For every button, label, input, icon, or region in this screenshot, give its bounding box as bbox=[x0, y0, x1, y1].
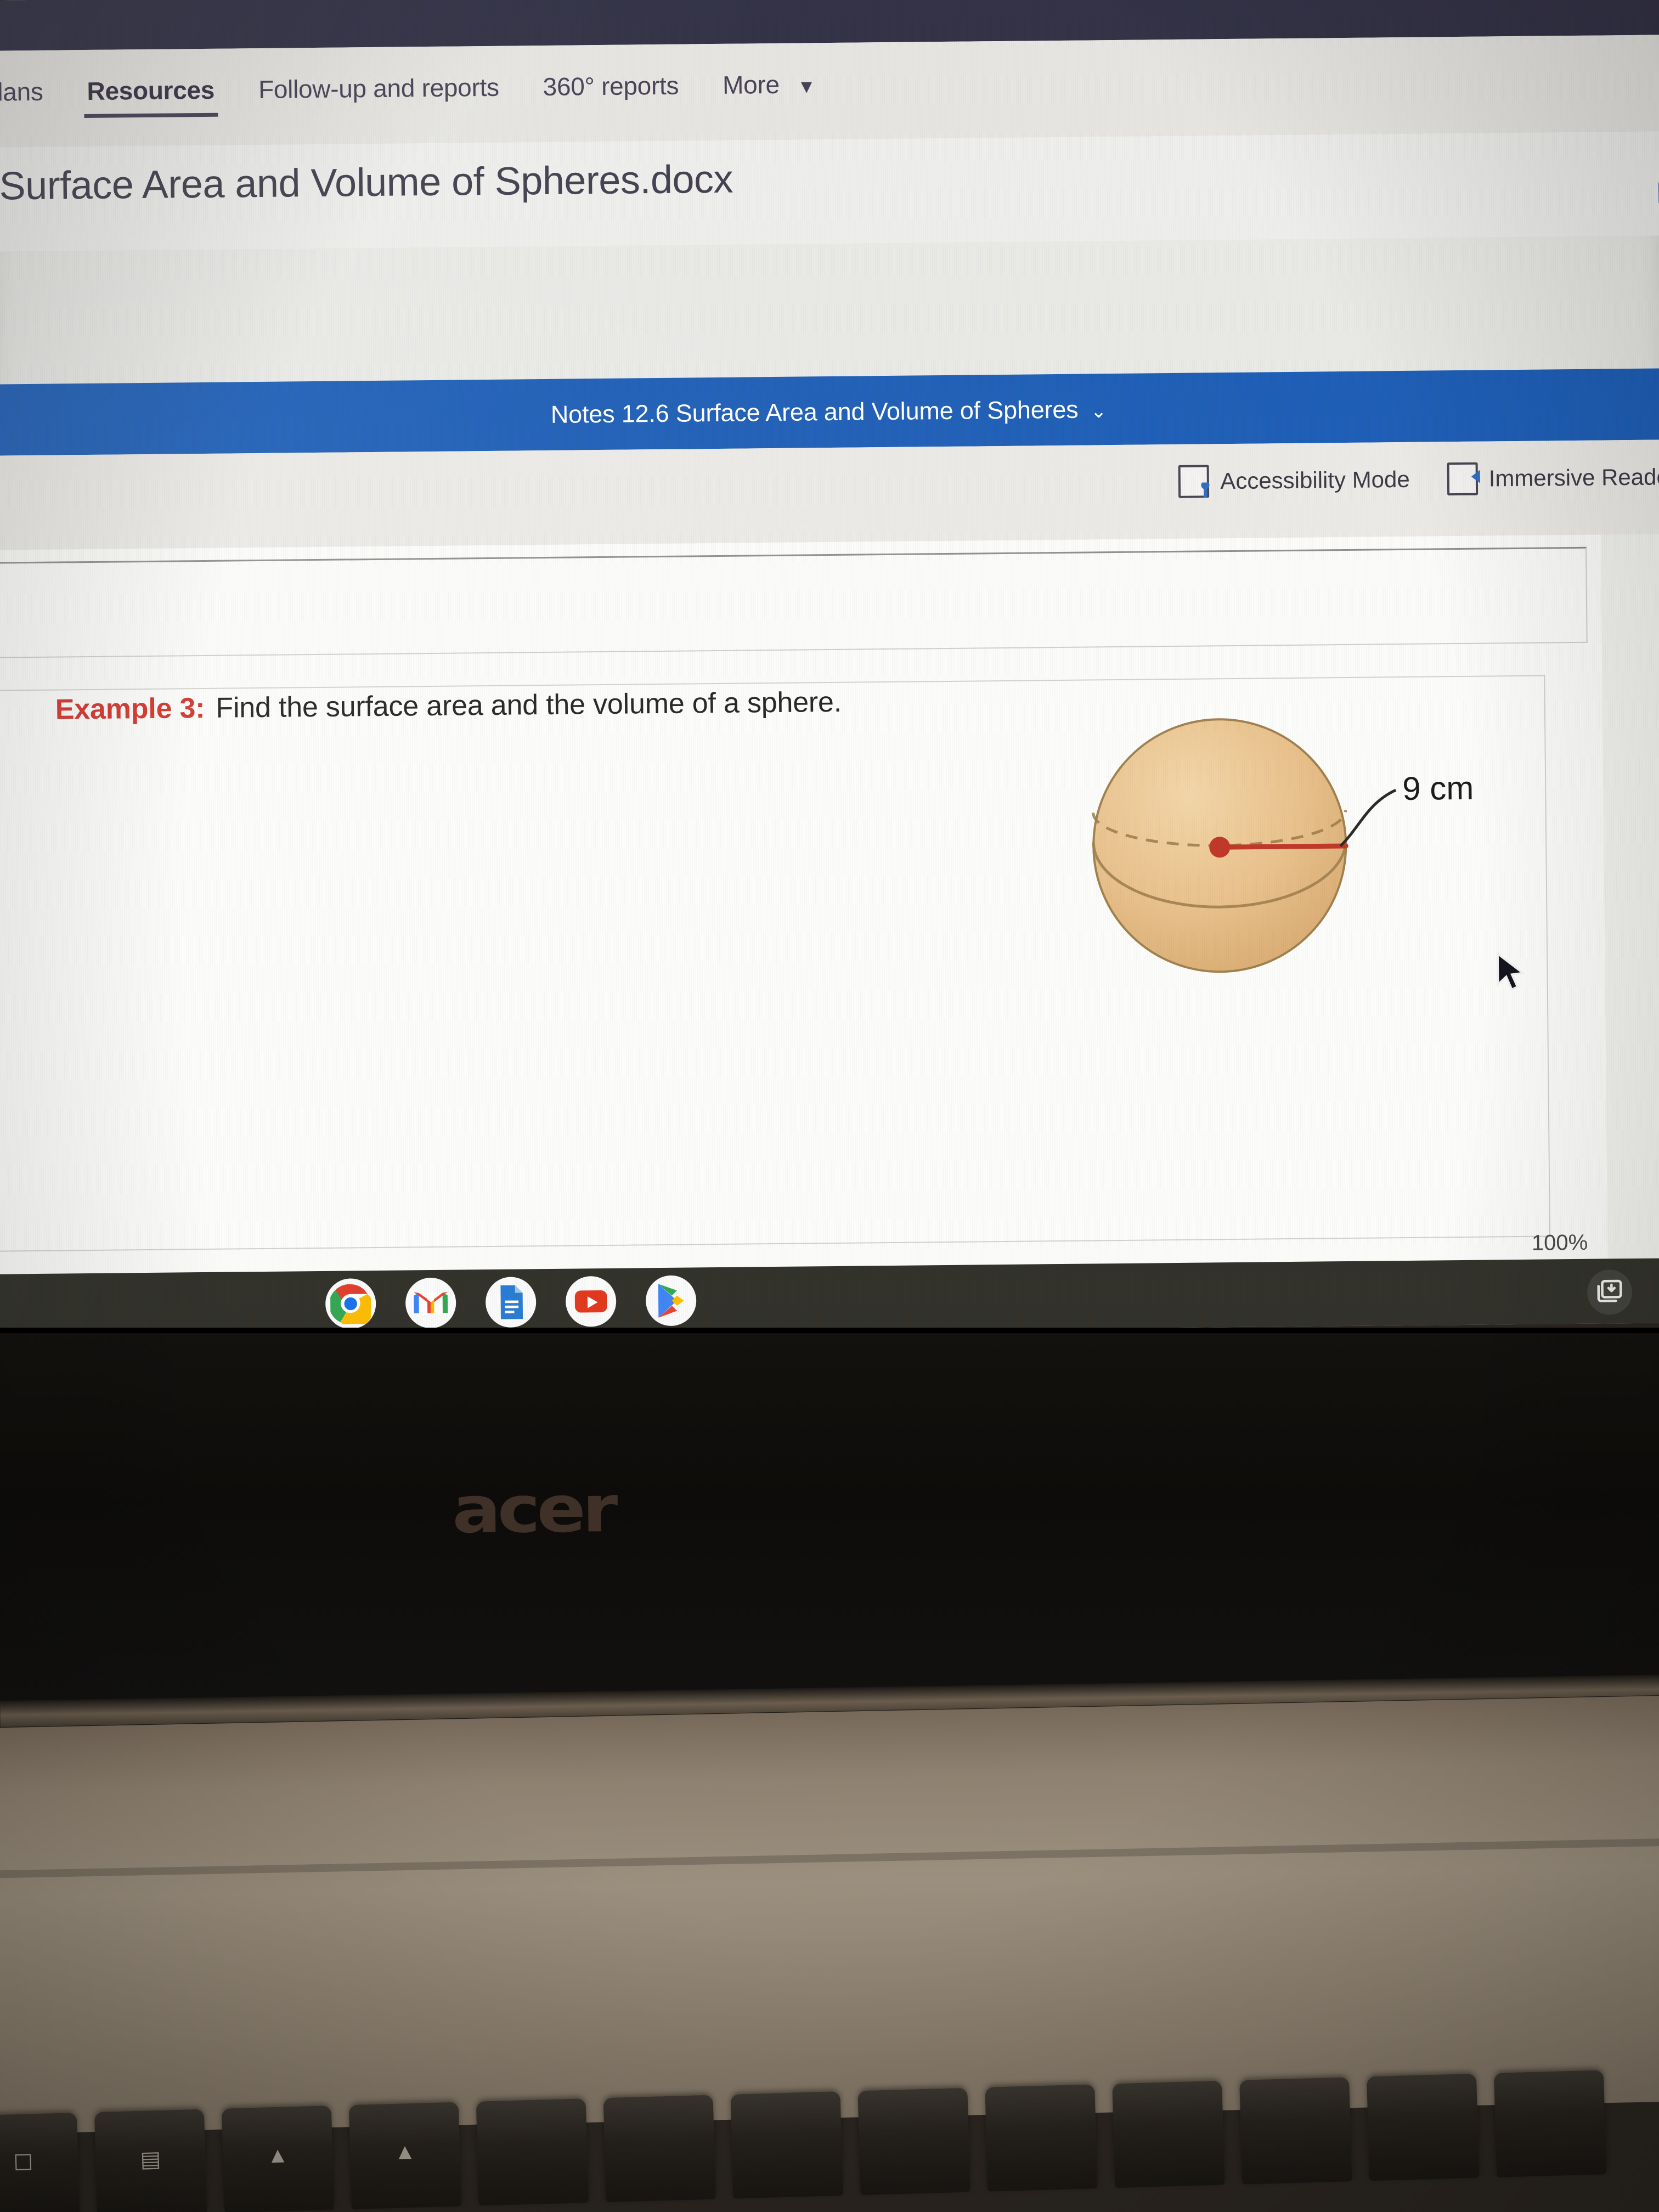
document-body: Example 3: Find the surface area and the … bbox=[0, 534, 1659, 1275]
nav-tab-label: More bbox=[722, 70, 780, 99]
nav-tab-label: 360° reports bbox=[543, 71, 679, 101]
chevron-down-icon: ▼ bbox=[797, 76, 816, 98]
example-text: Find the surface area and the volume of … bbox=[216, 686, 842, 724]
keyboard-key[interactable]: ▤ bbox=[94, 2109, 207, 2212]
laptop-deck bbox=[0, 1695, 1659, 2134]
brand-logo: acer bbox=[452, 1471, 615, 1548]
keyboard-key[interactable] bbox=[1367, 2073, 1480, 2181]
nav-tab-more[interactable]: More ▼ bbox=[701, 61, 838, 115]
keyboard-key[interactable]: ▲ bbox=[348, 2102, 461, 2210]
viewer-title: Notes 12.6 Surface Area and Volume of Sp… bbox=[551, 395, 1107, 429]
shelf-app-list bbox=[325, 1275, 697, 1329]
shelf-app-google-docs[interactable] bbox=[485, 1277, 537, 1328]
accessibility-mode-button[interactable]: Accessibility Mode bbox=[1178, 463, 1410, 498]
mouse-cursor bbox=[1495, 952, 1528, 997]
keyboard-key[interactable] bbox=[1112, 2080, 1225, 2188]
chrome-icon bbox=[330, 1284, 371, 1324]
keyboard-key[interactable] bbox=[603, 2095, 716, 2203]
nav-tab-list: Plans Resources Follow-up and reports 36… bbox=[0, 61, 838, 122]
youtube-icon bbox=[574, 1290, 607, 1313]
docs-icon bbox=[500, 1285, 523, 1319]
toolbar-button-group: Accessibility Mode Immersive Reader bbox=[1178, 460, 1659, 498]
play-store-icon bbox=[658, 1284, 684, 1318]
key-symbol: ▤ bbox=[139, 2147, 161, 2172]
nav-tab-plans[interactable]: Plans bbox=[0, 69, 65, 122]
nav-tab-label: Follow-up and reports bbox=[258, 72, 499, 104]
nav-tab-360-reports[interactable]: 360° reports bbox=[521, 63, 701, 117]
nav-tab-label: Plans bbox=[0, 77, 43, 106]
nav-tab-follow-up-and-reports[interactable]: Follow-up and reports bbox=[236, 64, 521, 120]
accessibility-icon bbox=[1178, 465, 1210, 498]
gmail-icon bbox=[412, 1291, 450, 1315]
document-toolbar: Accessibility Mode Immersive Reader ⌄ bbox=[0, 439, 1659, 550]
shelf-app-play-store[interactable] bbox=[645, 1275, 697, 1327]
laptop-screen: Plans Resources Follow-up and reports 36… bbox=[0, 0, 1659, 1339]
shelf-app-gmail[interactable] bbox=[405, 1277, 456, 1329]
keyboard-key[interactable]: ☐ bbox=[0, 2112, 80, 2212]
screen-capture-icon[interactable] bbox=[1587, 1269, 1633, 1315]
key-symbol: ▲ bbox=[266, 2143, 289, 2168]
document-page: Example 3: Find the surface area and the … bbox=[0, 534, 1608, 1275]
accessibility-mode-label: Accessibility Mode bbox=[1220, 466, 1410, 494]
sphere-figure: 9 cm bbox=[1059, 689, 1556, 1001]
radius-label: 9 cm bbox=[1402, 770, 1474, 807]
keyboard-key[interactable] bbox=[476, 2098, 589, 2206]
page-title: 6 Surface Area and Volume of Spheres.doc… bbox=[0, 157, 733, 209]
nav-tab-resources[interactable]: Resources bbox=[65, 67, 236, 121]
immersive-reader-label: Immersive Reader bbox=[1488, 464, 1659, 492]
edit-document-icon[interactable] bbox=[1656, 179, 1659, 208]
keyboard-key[interactable] bbox=[857, 2087, 970, 2196]
keyboard-key[interactable]: ▲ bbox=[221, 2106, 335, 2212]
chevron-down-icon[interactable]: ⌄ bbox=[1090, 399, 1107, 422]
zoom-level[interactable]: 100% bbox=[1532, 1231, 1588, 1256]
keyboard-key[interactable] bbox=[985, 2084, 1098, 2192]
viewer-title-text: Notes 12.6 Surface Area and Volume of Sp… bbox=[550, 395, 1079, 428]
speaker-icon bbox=[1447, 462, 1479, 496]
nav-tab-label: Resources bbox=[87, 75, 215, 105]
keyboard-key[interactable] bbox=[1239, 2077, 1352, 2185]
shelf-app-chrome[interactable] bbox=[325, 1278, 376, 1329]
table-cell-empty bbox=[0, 546, 1588, 658]
key-symbol: ☐ bbox=[13, 2151, 33, 2176]
key-symbol: ▲ bbox=[393, 2139, 416, 2164]
immersive-reader-button[interactable]: Immersive Reader bbox=[1447, 460, 1659, 496]
keyboard-key[interactable] bbox=[730, 2091, 843, 2199]
laptop-bezel: acer bbox=[0, 1328, 1659, 1712]
laptop-photo: Plans Resources Follow-up and reports 36… bbox=[0, 0, 1659, 2212]
example-label: Example 3: bbox=[55, 692, 205, 726]
keyboard-key[interactable] bbox=[1493, 2070, 1607, 2177]
document-filename-bar: 6 Surface Area and Volume of Spheres.doc… bbox=[0, 131, 1659, 252]
shelf-app-youtube[interactable] bbox=[565, 1276, 617, 1327]
